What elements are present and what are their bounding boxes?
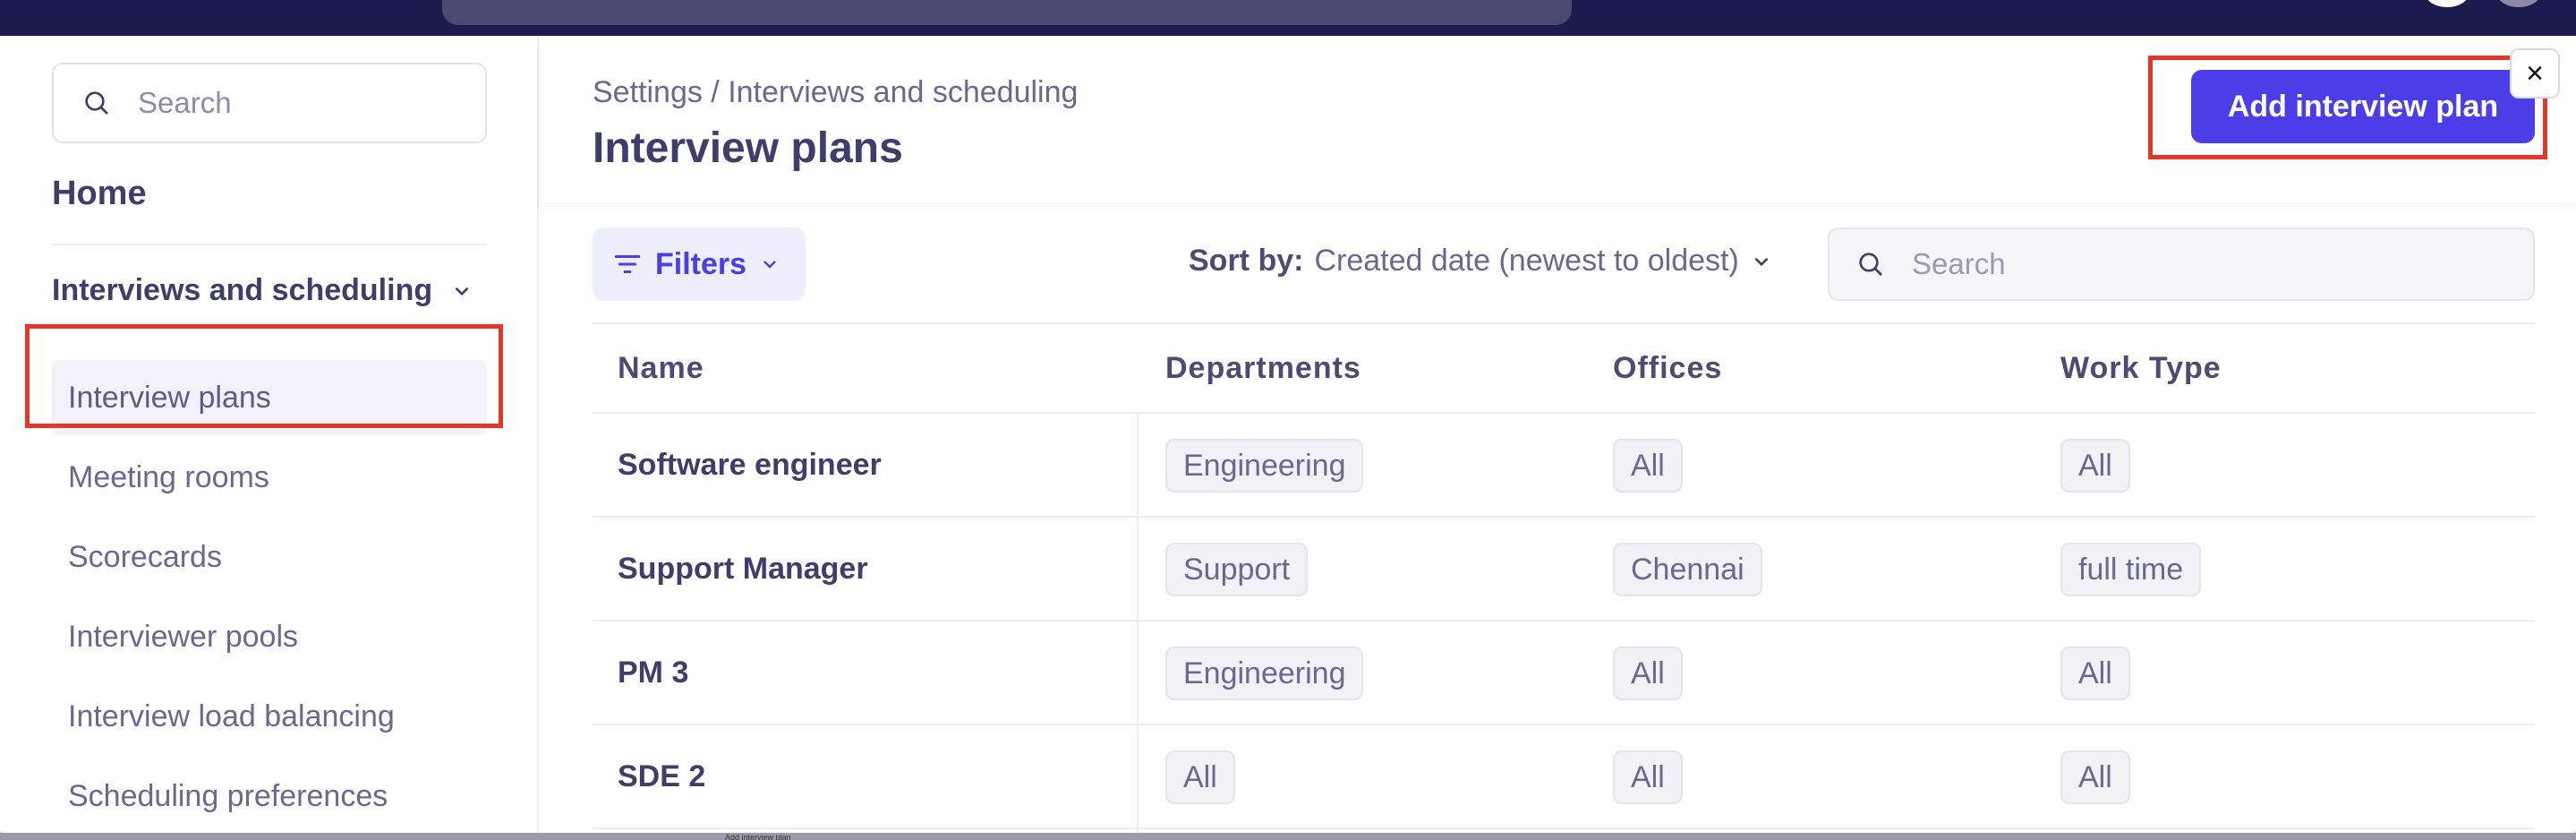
search-icon <box>1859 253 1882 276</box>
sidebar-item-interview-plans[interactable]: Interview plans <box>52 360 487 435</box>
department-tag: Engineering <box>1165 439 1364 493</box>
sidebar-section-interviews[interactable]: Interviews and scheduling <box>52 273 473 308</box>
main-content: Settings / Interviews and scheduling Int… <box>541 36 2576 835</box>
sidebar-search-input[interactable] <box>138 86 478 120</box>
table-row[interactable]: Software engineer Engineering All All <box>593 414 2535 518</box>
chevron-down-icon <box>763 261 776 269</box>
table-row[interactable]: Support Manager Support Chennai full tim… <box>593 518 2535 621</box>
sidebar-divider <box>52 244 487 245</box>
table-row[interactable]: SDE 2 All All All <box>593 725 2535 829</box>
menu-circle[interactable] <box>2497 0 2540 7</box>
office-tag: All <box>1613 439 1683 493</box>
work-type-tag: All <box>2060 750 2130 804</box>
filters-button[interactable]: Filters <box>593 227 806 301</box>
background-label: Add interview plan <box>725 833 791 840</box>
sidebar-item-label: Interview load balancing <box>68 699 395 733</box>
plan-name[interactable]: Support Manager <box>618 552 868 587</box>
department-tag: All <box>1165 750 1235 804</box>
table-search-input[interactable] <box>1912 247 2521 281</box>
sidebar: Home Interviews and scheduling Interview… <box>0 36 539 835</box>
office-tag: All <box>1613 750 1683 804</box>
work-type-tag: full time <box>2060 543 2202 596</box>
sidebar-item-label: Scheduling preferences <box>68 778 388 813</box>
browser-top-bar <box>0 0 2576 36</box>
column-header-offices[interactable]: Offices <box>1613 351 1722 386</box>
close-icon[interactable]: × <box>2510 48 2560 99</box>
breadcrumb[interactable]: Settings / Interviews and scheduling <box>593 75 1078 110</box>
settings-modal: × Home Interviews and scheduling Intervi… <box>0 36 2576 835</box>
department-tag: Engineering <box>1165 647 1364 700</box>
interview-plans-table: Name Departments Offices Work Type Softw… <box>593 322 2535 835</box>
sort-value: Created date (newest to oldest) <box>1314 244 1739 278</box>
sidebar-search[interactable] <box>52 63 487 143</box>
sidebar-item-interview-load-balancing[interactable]: Interview load balancing <box>52 679 487 754</box>
add-interview-plan-button[interactable]: Add interview plan <box>2191 70 2535 143</box>
column-header-departments[interactable]: Departments <box>1165 351 1361 386</box>
chevron-down-icon <box>455 287 469 296</box>
sidebar-item-interviewer-pools[interactable]: Interviewer pools <box>52 599 487 674</box>
department-tag: Support <box>1165 543 1309 596</box>
search-icon <box>85 91 108 115</box>
sidebar-item-scorecards[interactable]: Scorecards <box>52 519 487 595</box>
sidebar-item-label: Scorecards <box>68 539 222 574</box>
sidebar-section-label: Interviews and scheduling <box>52 273 433 307</box>
plan-name[interactable]: Software engineer <box>618 448 882 483</box>
work-type-tag: All <box>2060 439 2130 493</box>
table-toolbar: Filters Sort by: Created date (newest to… <box>593 227 2535 303</box>
background-strip: Add interview plan <box>0 833 2576 840</box>
sidebar-home[interactable]: Home <box>52 175 147 213</box>
filter-icon <box>614 254 641 274</box>
office-tag: All <box>1613 647 1683 700</box>
page-title: Interview plans <box>593 124 903 172</box>
sort-dropdown[interactable]: Sort by: Created date (newest to oldest) <box>1189 244 1773 279</box>
sidebar-item-scheduling-preferences[interactable]: Scheduling preferences <box>52 759 487 834</box>
sidebar-item-meeting-rooms[interactable]: Meeting rooms <box>52 440 487 515</box>
sidebar-item-label: Interviewer pools <box>68 619 299 654</box>
avatar[interactable] <box>2426 0 2469 7</box>
column-header-work-type[interactable]: Work Type <box>2060 351 2222 386</box>
sidebar-item-label: Meeting rooms <box>68 459 269 494</box>
chevron-down-icon <box>1754 257 1769 266</box>
table-header: Name Departments Offices Work Type <box>593 322 2535 414</box>
table-search[interactable] <box>1828 227 2535 301</box>
work-type-tag: All <box>2060 647 2130 700</box>
table-row[interactable]: PM 3 Engineering All All <box>593 621 2535 725</box>
page-header: Settings / Interviews and scheduling Int… <box>541 36 2576 202</box>
office-tag: Chennai <box>1613 543 1762 596</box>
sidebar-item-label: Interview plans <box>68 380 271 415</box>
column-divider <box>1137 414 1139 835</box>
column-header-name[interactable]: Name <box>618 351 704 386</box>
plan-name[interactable]: SDE 2 <box>618 759 705 794</box>
address-bar[interactable] <box>442 0 1572 25</box>
sort-label: Sort by: <box>1189 244 1304 278</box>
plan-name[interactable]: PM 3 <box>618 656 688 690</box>
filters-label: Filters <box>655 246 747 281</box>
